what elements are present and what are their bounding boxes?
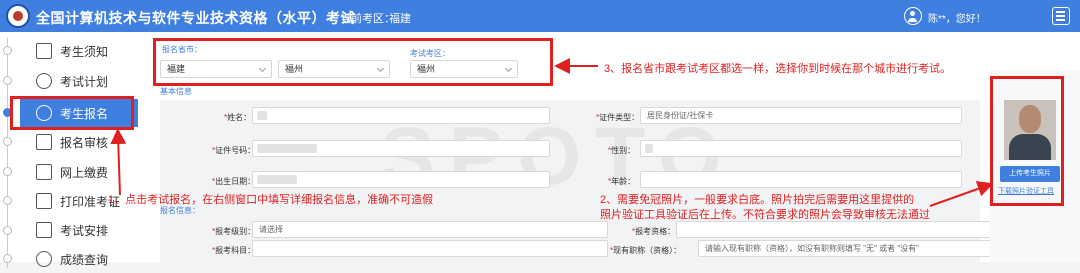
annotation-note-3: 3、报名省市跟考试考区都选一样，选择你到时候在那个城市进行考试。 <box>604 63 952 75</box>
step-dot <box>3 76 12 85</box>
document-icon <box>36 222 52 238</box>
menu-icon[interactable] <box>1052 7 1070 25</box>
level-select[interactable]: 请选择 <box>252 221 608 238</box>
birth-date-label: *出生日期： <box>212 177 256 186</box>
sidebar-item-notice[interactable]: 考生须知 <box>20 37 138 65</box>
gender-label: *性别： <box>608 146 636 155</box>
sidebar-item-score-query[interactable]: 成绩查询 <box>20 245 138 273</box>
qualification-label: *报考资格： <box>632 227 676 236</box>
level-label: *报考级别： <box>212 227 256 236</box>
sidebar-item-payment[interactable]: 网上缴费 <box>20 158 138 186</box>
highlight-photo-box <box>990 76 1064 206</box>
sidebar-item-exam-plan[interactable]: 考试计划 <box>20 67 138 95</box>
sidebar-item-label: 考生须知 <box>60 44 109 59</box>
highlight-location-box <box>153 38 553 86</box>
sidebar-item-label: 考试安排 <box>60 223 109 238</box>
age-field[interactable] <box>640 171 962 188</box>
clock-icon <box>36 73 52 89</box>
sidebar-item-label: 成绩查询 <box>60 252 109 267</box>
id-type-label: *证件类型： <box>596 113 640 122</box>
printer-icon <box>36 193 52 209</box>
exam-logo-icon <box>6 4 30 28</box>
id-type-select[interactable]: 居民身份证/社保卡 <box>640 107 962 124</box>
id-number-label: *证件号码： <box>212 146 256 155</box>
user-avatar-icon[interactable] <box>904 7 922 25</box>
sidebar-item-label: 报名审核 <box>60 135 109 150</box>
annotation-note-2-line-1: 2、需要免冠照片，一般要求白底。照片拍完后需要用这里提供的 <box>600 194 915 206</box>
name-label: *姓名： <box>224 113 252 122</box>
search-icon <box>36 251 52 267</box>
id-number-field[interactable] <box>252 140 550 157</box>
monitor-icon <box>36 164 52 180</box>
title-label: *现有职称（资格）： <box>610 246 682 255</box>
watermark: SPOTO <box>380 111 736 202</box>
step-dot <box>3 137 12 146</box>
user-greeting[interactable]: 陈**，您好！ <box>928 10 986 25</box>
review-icon <box>36 134 52 150</box>
region-label: 当前考区： <box>340 13 395 25</box>
sidebar-item-label: 考试计划 <box>60 74 109 89</box>
basic-info-label: 基本信息 <box>160 87 192 96</box>
sidebar-item-review[interactable]: 报名审核 <box>20 128 138 156</box>
annotation-note-2-line-2: 照片验证工具验证后在上传。不符合要求的照片会导致审核无法通过 <box>600 209 930 221</box>
age-label: *年龄： <box>608 177 636 186</box>
step-dot <box>3 196 12 205</box>
birth-date-field[interactable] <box>252 171 550 188</box>
step-dot <box>3 226 12 235</box>
step-dot <box>3 167 12 176</box>
sidebar-item-label: 网上缴费 <box>60 165 109 180</box>
region-value: 福建 <box>389 13 411 25</box>
sidebar-item-schedule[interactable]: 考试安排 <box>20 216 138 244</box>
step-dot <box>3 46 12 55</box>
app-title: 全国计算机技术与软件专业技术资格（水平）考试 <box>36 10 355 26</box>
subject-label: *报考科目： <box>212 246 256 255</box>
subject-select[interactable] <box>252 240 608 257</box>
notice-icon <box>36 43 52 59</box>
highlight-registration-box <box>10 96 134 130</box>
name-field[interactable] <box>252 107 550 124</box>
annotation-note-1: 1、点击考试报名，在右侧窗口中填写详细报名信息，准确不可造假 <box>108 194 434 206</box>
top-bar: 全国计算机技术与软件专业技术资格（水平）考试 当前考区： 福建 陈**，您好！ <box>0 0 1080 32</box>
gender-field[interactable] <box>640 140 962 157</box>
